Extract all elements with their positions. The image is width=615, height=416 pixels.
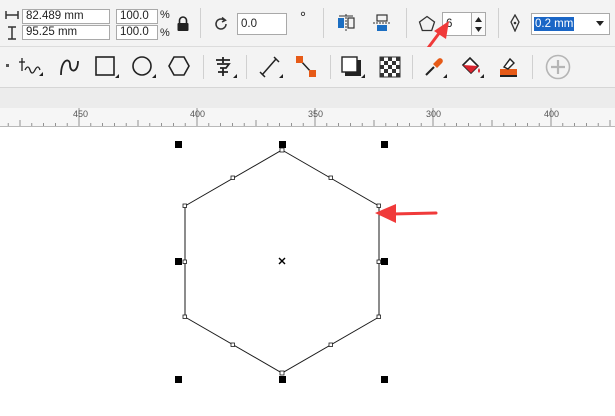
selection-handle: [381, 258, 388, 265]
hexagon-drawing: [175, 141, 438, 383]
property-bar: 82.489 mm 95.25 mm 100.0 100.0 % % 0.0 °…: [0, 0, 615, 47]
selection-handle: [381, 376, 388, 383]
node-marker: [182, 203, 187, 208]
mirror-horizontal-icon[interactable]: [336, 13, 356, 33]
points-spinner[interactable]: [472, 12, 486, 36]
selection-handle: [279, 376, 286, 383]
ruler-label-350: 350: [308, 109, 324, 119]
node-marker: [328, 342, 333, 347]
smart-fill-tool-icon[interactable]: [497, 55, 521, 79]
text-icon[interactable]: [212, 55, 238, 79]
outline-pen-icon: [510, 14, 520, 32]
separator: [406, 8, 407, 38]
ellipse-icon[interactable]: [131, 55, 157, 79]
node-marker: [230, 342, 235, 347]
spin-down-icon[interactable]: [475, 27, 482, 32]
node-marker: [230, 175, 235, 180]
mirror-vertical-icon[interactable]: [372, 13, 392, 33]
horizontal-ruler[interactable]: 450 400 350 300 400: [0, 108, 615, 127]
width-icon: [5, 11, 19, 19]
separator: [203, 55, 204, 79]
rectangle-icon[interactable]: [94, 55, 120, 79]
separator: [330, 55, 331, 79]
smart-fill-icon[interactable]: [19, 56, 45, 78]
toolbar-grip-dot: [6, 64, 9, 67]
freehand-icon[interactable]: [58, 55, 82, 79]
rotation-angle-field[interactable]: 0.0: [237, 13, 287, 35]
add-tool-icon[interactable]: [545, 54, 571, 80]
node-marker: [279, 370, 285, 376]
toolbox-bar: [0, 47, 615, 88]
rotation-icon: [215, 16, 227, 30]
node-marker: [182, 314, 187, 319]
lock-ratio-icon[interactable]: [176, 16, 190, 32]
parallel-dimension-icon[interactable]: [258, 55, 284, 79]
selection-handle: [279, 141, 286, 148]
node-marker: [376, 259, 381, 264]
ruler-label-300: 300: [426, 109, 442, 119]
interactive-fill-icon[interactable]: [459, 55, 485, 79]
center-mark-icon: [278, 257, 286, 265]
separator: [323, 8, 324, 38]
ruler-label-450: 450: [73, 109, 89, 119]
degree-symbol: °: [300, 9, 306, 26]
separator: [532, 55, 533, 79]
separator: [412, 55, 413, 79]
ruler-label-400-right: 400: [544, 109, 560, 119]
chevron-down-icon[interactable]: [596, 21, 604, 26]
separator: [246, 55, 247, 79]
object-height-field[interactable]: 95.25 mm: [22, 25, 110, 40]
toolbar-gap: [0, 88, 615, 108]
selection-handle: [175, 258, 182, 265]
polygon-icon[interactable]: [168, 55, 194, 79]
node-marker: [328, 175, 333, 180]
color-eyedropper-icon[interactable]: [422, 55, 448, 79]
node-marker: [376, 314, 381, 319]
scale-y-percent: %: [160, 27, 170, 39]
drawing-canvas[interactable]: [0, 127, 615, 416]
outline-width-value: 0.2 mm: [534, 17, 575, 31]
ruler-label-400: 400: [190, 109, 206, 119]
outline-width-select[interactable]: 0.2 mm: [531, 13, 610, 35]
transparency-icon[interactable]: [378, 55, 402, 79]
selection-handle: [381, 141, 388, 148]
height-icon: [8, 26, 16, 40]
scale-x-percent: %: [160, 9, 170, 21]
scale-x-field[interactable]: 100.0: [116, 9, 158, 24]
selection-handle: [175, 376, 182, 383]
selection-handle: [175, 141, 182, 148]
object-width-field[interactable]: 82.489 mm: [22, 9, 110, 24]
separator: [498, 8, 499, 38]
drop-shadow-icon[interactable]: [340, 55, 366, 79]
separator: [200, 8, 201, 38]
node-marker: [279, 147, 285, 153]
canvas-annotation-arrow-icon: [375, 204, 438, 223]
node-marker: [376, 203, 381, 208]
node-marker: [182, 259, 187, 264]
scale-y-field[interactable]: 100.0: [116, 25, 158, 40]
spin-up-icon[interactable]: [475, 17, 482, 22]
connector-icon[interactable]: [294, 55, 320, 79]
